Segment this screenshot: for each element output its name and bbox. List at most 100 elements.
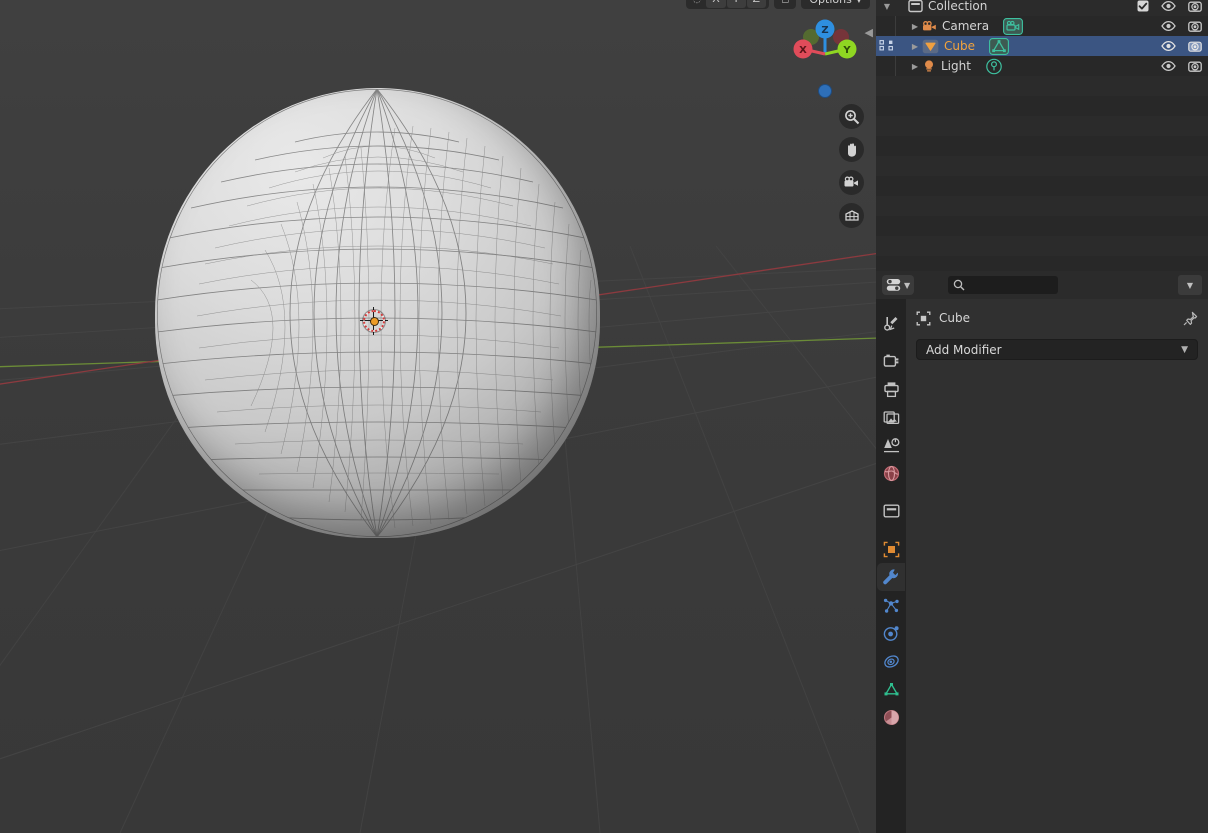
chevron-down-icon: ▼ bbox=[1186, 280, 1194, 290]
checkbox-icon[interactable] bbox=[1137, 0, 1149, 12]
chevron-right-icon[interactable]: ▶ bbox=[908, 62, 922, 71]
eye-icon[interactable] bbox=[1161, 40, 1176, 52]
pin-icon[interactable] bbox=[1183, 311, 1198, 326]
tab-scene[interactable] bbox=[877, 431, 905, 459]
breadcrumb[interactable]: Cube bbox=[916, 307, 1198, 329]
viewport-nav-tools[interactable] bbox=[839, 104, 864, 228]
object-name: Cube bbox=[939, 311, 970, 325]
pan-hand-icon[interactable] bbox=[839, 137, 864, 162]
outliner-empty-row bbox=[876, 216, 1208, 236]
tab-collection[interactable] bbox=[877, 497, 905, 525]
properties-editor-icon bbox=[886, 278, 901, 292]
tab-modifiers[interactable] bbox=[877, 563, 905, 591]
tab-physics[interactable] bbox=[877, 619, 905, 647]
chevron-right-icon[interactable]: ▶ bbox=[908, 42, 922, 51]
magnet-icon[interactable]: ◌ bbox=[689, 0, 706, 5]
navigation-gizmo[interactable]: Z X Y bbox=[789, 18, 861, 90]
gizmo-axis-y-label: Y bbox=[842, 45, 851, 56]
properties-tab-strip[interactable] bbox=[876, 299, 906, 833]
outliner-editor[interactable]: ▼ Scene Collection ▼ Collection bbox=[876, 0, 1208, 271]
camera-render-icon[interactable] bbox=[1188, 20, 1202, 33]
tab-output[interactable] bbox=[877, 375, 905, 403]
outliner-row-camera[interactable]: ▶ Camera bbox=[876, 16, 1208, 36]
active-object-marker bbox=[879, 39, 895, 53]
camera-object-icon bbox=[922, 20, 937, 33]
mesh-object-icon bbox=[922, 39, 939, 54]
camera-render-icon[interactable] bbox=[1188, 0, 1202, 13]
outliner-empty-row bbox=[876, 76, 1208, 96]
3d-cursor[interactable] bbox=[360, 307, 388, 335]
collection-icon bbox=[908, 0, 923, 13]
outliner-row-cube[interactable]: ▶ Cube bbox=[876, 36, 1208, 56]
chevron-down-icon: ▼ bbox=[856, 0, 862, 4]
camera-label: Camera bbox=[942, 19, 990, 33]
tab-object-constraints[interactable] bbox=[877, 647, 905, 675]
3d-viewport[interactable]: ◌ X Y Z ◻ Options ▼ ◀ Z X bbox=[0, 0, 876, 833]
properties-body: Cube Add Modifier ▼ bbox=[906, 299, 1208, 833]
outliner-empty-row bbox=[876, 236, 1208, 256]
collection-row-toggles[interactable] bbox=[1137, 0, 1202, 16]
properties-editor[interactable]: ▼ ▼ Cube Add Modifier ▼ bbox=[876, 271, 1208, 833]
light-object-icon bbox=[922, 59, 936, 73]
light-label: Light bbox=[941, 59, 971, 73]
tab-tool[interactable] bbox=[877, 309, 905, 337]
outliner-empty-row bbox=[876, 136, 1208, 156]
tab-render[interactable] bbox=[877, 347, 905, 375]
zoom-icon[interactable] bbox=[839, 104, 864, 129]
eye-icon[interactable] bbox=[1161, 20, 1176, 32]
add-modifier-dropdown[interactable]: Add Modifier ▼ bbox=[916, 339, 1198, 360]
collection-label: Collection bbox=[928, 0, 988, 13]
gizmo-axis-x-label: X bbox=[799, 45, 807, 56]
properties-header[interactable]: ▼ ▼ bbox=[876, 271, 1208, 299]
eye-icon[interactable] bbox=[1161, 0, 1176, 12]
gizmo-axis-negative-z[interactable] bbox=[818, 84, 832, 98]
outliner-empty-row bbox=[876, 196, 1208, 216]
outliner-empty-row bbox=[876, 176, 1208, 196]
tree-line bbox=[895, 56, 896, 76]
light-row-toggles[interactable] bbox=[1161, 56, 1202, 76]
eye-icon[interactable] bbox=[1161, 60, 1176, 72]
chevron-right-icon[interactable]: ▶ bbox=[908, 22, 922, 31]
camera-data-icon[interactable] bbox=[1003, 17, 1024, 35]
camera-render-icon[interactable] bbox=[1188, 40, 1202, 53]
light-data-icon[interactable] bbox=[985, 58, 1003, 75]
options-label: Options bbox=[809, 0, 851, 6]
proportional-editing-toggle[interactable]: ◻ bbox=[774, 0, 797, 9]
properties-search-box[interactable] bbox=[948, 276, 1059, 294]
chevron-down-icon: ▼ bbox=[904, 280, 911, 290]
outliner-empty-row bbox=[876, 96, 1208, 116]
orthographic-grid-icon[interactable] bbox=[839, 203, 864, 228]
tab-particles[interactable] bbox=[877, 591, 905, 619]
tab-material[interactable] bbox=[877, 703, 905, 731]
viewport-header[interactable]: ◌ X Y Z ◻ Options ▼ bbox=[685, 0, 870, 12]
tab-object[interactable] bbox=[877, 535, 905, 563]
tab-object-data[interactable] bbox=[877, 675, 905, 703]
outliner-empty-row bbox=[876, 116, 1208, 136]
tab-view-layer[interactable] bbox=[877, 403, 905, 431]
camera-row-toggles[interactable] bbox=[1161, 16, 1202, 36]
axis-x-button[interactable]: X bbox=[706, 0, 726, 8]
tab-world[interactable] bbox=[877, 459, 905, 487]
properties-filter-button[interactable]: ▼ bbox=[1178, 275, 1202, 295]
editor-type-selector[interactable]: ▼ bbox=[882, 275, 915, 295]
outliner-row-collection[interactable]: ▼ Collection bbox=[876, 0, 1208, 16]
proportional-editing-icon[interactable]: ◻ bbox=[777, 0, 793, 5]
snap-controls[interactable]: ◌ X Y Z bbox=[685, 0, 770, 9]
axis-y-button[interactable]: Y bbox=[726, 0, 746, 8]
chevron-down-icon: ▼ bbox=[1181, 344, 1188, 355]
search-icon bbox=[953, 279, 965, 291]
options-dropdown[interactable]: Options ▼ bbox=[801, 0, 870, 9]
chevron-down-icon[interactable]: ▼ bbox=[880, 2, 894, 11]
camera-render-icon[interactable] bbox=[1188, 60, 1202, 73]
gizmo-axis-z-label: Z bbox=[821, 25, 828, 36]
axis-z-button[interactable]: Z bbox=[746, 0, 767, 8]
cube-row-toggles[interactable] bbox=[1161, 36, 1202, 56]
outliner-empty-row bbox=[876, 156, 1208, 176]
chevron-left-icon[interactable]: ◀ bbox=[865, 26, 873, 39]
outliner-row-light[interactable]: ▶ Light bbox=[876, 56, 1208, 76]
mesh-data-icon[interactable] bbox=[989, 37, 1009, 55]
add-modifier-label: Add Modifier bbox=[926, 342, 1002, 357]
blender-window: ◌ X Y Z ◻ Options ▼ ◀ Z X bbox=[0, 0, 1208, 833]
camera-icon[interactable] bbox=[839, 170, 864, 195]
search-input[interactable] bbox=[969, 278, 1054, 292]
